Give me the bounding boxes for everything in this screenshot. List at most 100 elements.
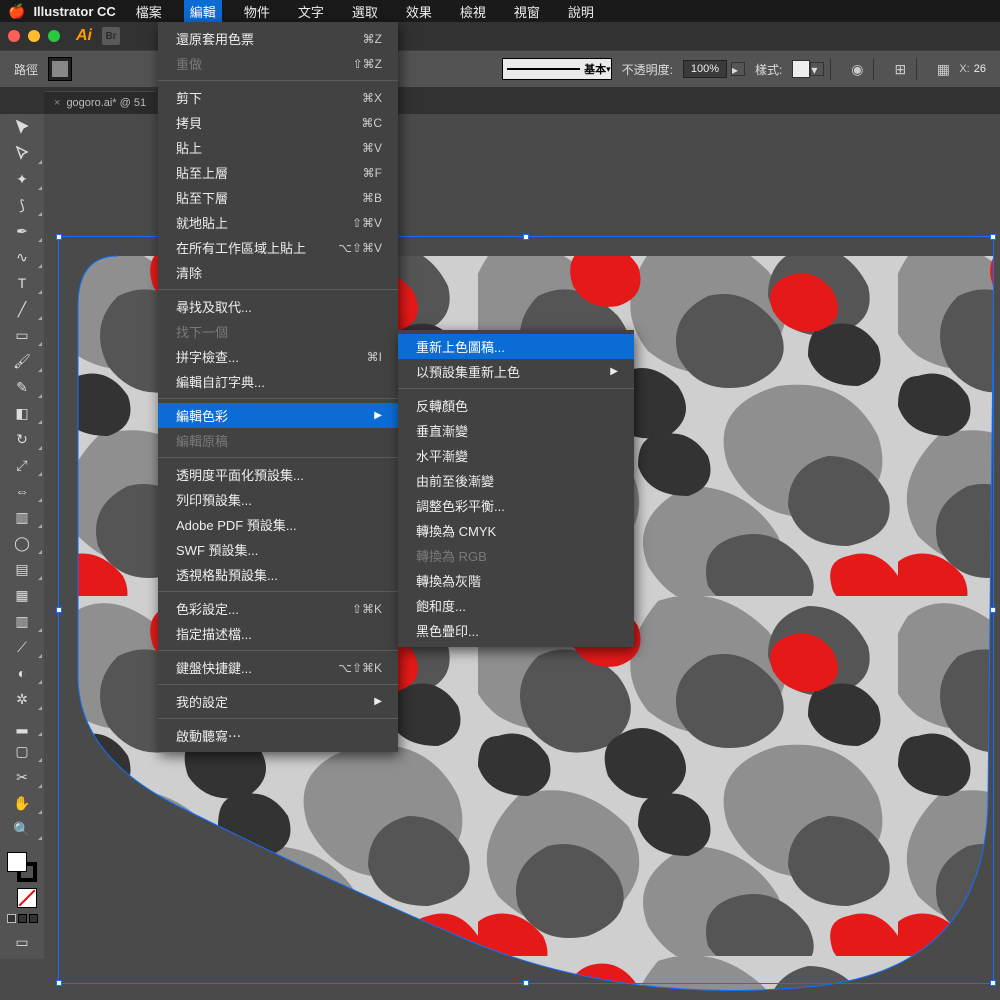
- stroke-style-dropdown[interactable]: 基本▾: [502, 58, 612, 80]
- window-close-button[interactable]: [8, 30, 20, 42]
- draw-behind-icon[interactable]: [18, 914, 27, 923]
- tool-blend[interactable]: ◐: [0, 660, 44, 686]
- edit-menu-item[interactable]: 編輯色彩▶: [158, 403, 398, 428]
- edit-menu-item: 找下一個: [158, 319, 398, 344]
- tool-selection[interactable]: [0, 114, 44, 140]
- style-label: 樣式:: [755, 61, 782, 78]
- edit-color-submenu-item[interactable]: 黑色疊印...: [398, 618, 634, 643]
- tool-type[interactable]: T: [0, 270, 44, 296]
- tool-line[interactable]: ╱: [0, 296, 44, 322]
- menu-help[interactable]: 說明: [562, 0, 600, 23]
- none-color-icon[interactable]: [17, 888, 37, 908]
- tool-symbol-sprayer[interactable]: ✲: [0, 686, 44, 712]
- tool-pencil[interactable]: ✎: [0, 374, 44, 400]
- edit-menu-item[interactable]: 指定描述檔...: [158, 621, 398, 646]
- draw-inside-icon[interactable]: [29, 914, 38, 923]
- edit-color-submenu-item[interactable]: 垂直漸變: [398, 418, 634, 443]
- edit-color-submenu-item[interactable]: 重新上色圖稿...: [398, 334, 634, 359]
- edit-menu-item[interactable]: 就地貼上⇧⌘V: [158, 210, 398, 235]
- screen-mode-button[interactable]: ▭: [15, 929, 28, 955]
- style-swatch[interactable]: [792, 60, 810, 78]
- edit-menu-item[interactable]: 尋找及取代...: [158, 294, 398, 319]
- edit-color-submenu-item[interactable]: 飽和度...: [398, 593, 634, 618]
- edit-menu-item[interactable]: 貼至下層⌘B: [158, 185, 398, 210]
- draw-normal-icon[interactable]: [7, 914, 16, 923]
- tool-graph[interactable]: ▂: [0, 712, 44, 738]
- menu-object[interactable]: 物件: [238, 0, 276, 23]
- app-name: Illustrator CC: [33, 4, 115, 19]
- menu-effect[interactable]: 效果: [400, 0, 438, 23]
- edit-menu-item[interactable]: 色彩設定...⇧⌘K: [158, 596, 398, 621]
- tool-rotate[interactable]: ↻: [0, 426, 44, 452]
- tool-curvature[interactable]: ∿: [0, 244, 44, 270]
- align-icon[interactable]: ⊞: [890, 59, 910, 79]
- fill-swatch[interactable]: [48, 57, 72, 81]
- fill-stroke-control[interactable]: ▭: [0, 848, 44, 959]
- tool-scale[interactable]: ⤢: [0, 452, 44, 478]
- tab-close-icon[interactable]: ×: [54, 97, 60, 109]
- bridge-logo-icon[interactable]: Br: [102, 27, 120, 45]
- edit-menu-item[interactable]: 啟動聽寫⋯: [158, 723, 398, 748]
- edit-color-submenu-item[interactable]: 轉換為灰階: [398, 568, 634, 593]
- edit-color-submenu-item[interactable]: 由前至後漸變: [398, 468, 634, 493]
- tool-eraser[interactable]: ◧: [0, 400, 44, 426]
- tool-artboard[interactable]: ▢: [0, 738, 44, 764]
- menu-edit[interactable]: 編輯: [184, 0, 222, 23]
- control-bar: 路徑 基本▾ 不透明度: ▸ 樣式: ▾ ◉ ⊞ ▦ X: 26: [0, 50, 1000, 88]
- edit-menu-item[interactable]: 我的設定▶: [158, 689, 398, 714]
- edit-menu-item[interactable]: SWF 預設集...: [158, 537, 398, 562]
- tool-shape-builder[interactable]: ◯: [0, 530, 44, 556]
- edit-menu-item[interactable]: 拷貝⌘C: [158, 110, 398, 135]
- edit-menu-item[interactable]: 在所有工作區域上貼上⌥⇧⌘V: [158, 235, 398, 260]
- tool-slice[interactable]: ✂: [0, 764, 44, 790]
- edit-menu-item[interactable]: 拼字檢查...⌘I: [158, 344, 398, 369]
- edit-menu-item[interactable]: Adobe PDF 預設集...: [158, 512, 398, 537]
- tool-free-transform[interactable]: ▥: [0, 504, 44, 530]
- menu-view[interactable]: 檢視: [454, 0, 492, 23]
- menu-file[interactable]: 檔案: [130, 0, 168, 23]
- edit-menu-item[interactable]: 列印預設集...: [158, 487, 398, 512]
- tool-zoom[interactable]: 🔍: [0, 816, 44, 842]
- menu-select[interactable]: 選取: [346, 0, 384, 23]
- style-dropdown-button[interactable]: ▾: [810, 62, 824, 76]
- edit-menu-item[interactable]: 剪下⌘X: [158, 85, 398, 110]
- edit-color-submenu-item[interactable]: 轉換為 CMYK: [398, 518, 634, 543]
- edit-color-submenu-item[interactable]: 調整色彩平衡...: [398, 493, 634, 518]
- edit-menu-item[interactable]: 鍵盤快捷鍵...⌥⇧⌘K: [158, 655, 398, 680]
- edit-menu-item[interactable]: 清除: [158, 260, 398, 285]
- tool-perspective[interactable]: ▤: [0, 556, 44, 582]
- fill-color-icon[interactable]: [7, 852, 27, 872]
- tool-lasso[interactable]: ⟆: [0, 192, 44, 218]
- tool-brush[interactable]: 🖌: [0, 348, 44, 374]
- edit-menu-item[interactable]: 貼至上層⌘F: [158, 160, 398, 185]
- tool-hand[interactable]: ✋: [0, 790, 44, 816]
- recolor-icon[interactable]: ◉: [847, 59, 867, 79]
- edit-menu-item[interactable]: 透視格點預設集...: [158, 562, 398, 587]
- edit-menu-item[interactable]: 透明度平面化預設集...: [158, 462, 398, 487]
- opacity-input[interactable]: [683, 60, 727, 78]
- menu-text[interactable]: 文字: [292, 0, 330, 23]
- tool-eyedropper[interactable]: ⟋: [0, 634, 44, 660]
- edit-color-submenu-item[interactable]: 反轉顏色: [398, 393, 634, 418]
- submenu-arrow-icon: ▶: [374, 410, 382, 421]
- submenu-arrow-icon: ▶: [374, 696, 382, 707]
- edit-menu-item[interactable]: 貼上⌘V: [158, 135, 398, 160]
- menu-window[interactable]: 視窗: [508, 0, 546, 23]
- tool-pen[interactable]: ✒: [0, 218, 44, 244]
- apple-menu-icon[interactable]: 🍎: [8, 3, 25, 20]
- opacity-dropdown-button[interactable]: ▸: [731, 62, 745, 76]
- transform-icon[interactable]: ▦: [933, 59, 953, 79]
- edit-menu-item[interactable]: 還原套用色票⌘Z: [158, 26, 398, 51]
- edit-menu-item[interactable]: 編輯自訂字典...: [158, 369, 398, 394]
- window-minimize-button[interactable]: [28, 30, 40, 42]
- document-tab[interactable]: × gogoro.ai* @ 51: [44, 91, 156, 114]
- tool-magic-wand[interactable]: ✦: [0, 166, 44, 192]
- tool-direct-selection[interactable]: [0, 140, 44, 166]
- tool-gradient[interactable]: ▥: [0, 608, 44, 634]
- edit-color-submenu-item[interactable]: 水平漸變: [398, 443, 634, 468]
- tool-width[interactable]: ⇔: [0, 478, 44, 504]
- tool-mesh[interactable]: ▦: [0, 582, 44, 608]
- edit-color-submenu-item[interactable]: 以預設集重新上色▶: [398, 359, 634, 384]
- window-maximize-button[interactable]: [48, 30, 60, 42]
- tool-rectangle[interactable]: ▭: [0, 322, 44, 348]
